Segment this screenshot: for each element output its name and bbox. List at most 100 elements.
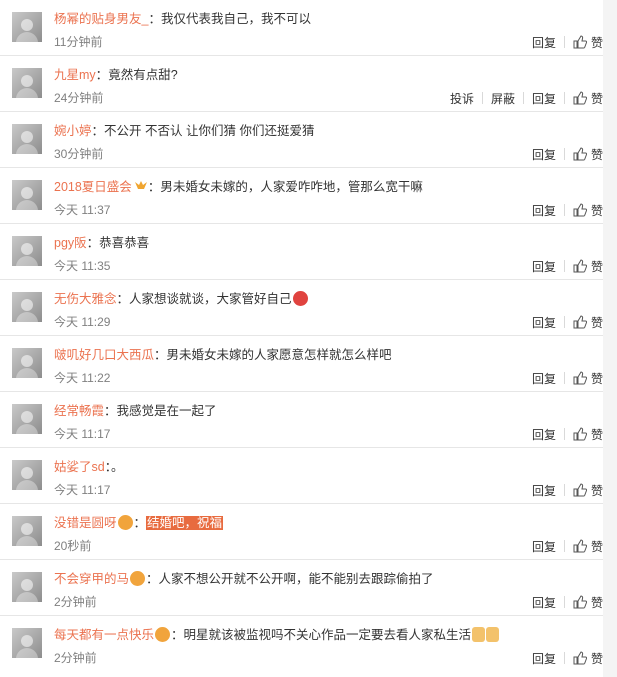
username-link[interactable]: 杨幂的贴身男友_ bbox=[54, 12, 148, 26]
reply-button[interactable]: 回复 bbox=[524, 650, 564, 667]
comment-row: 经常畅霞：我感觉是在一起了 今天 11:17 回复 赞 bbox=[0, 392, 603, 448]
avatar[interactable] bbox=[12, 236, 42, 266]
like-label: 赞 bbox=[590, 371, 603, 386]
like-button[interactable]: 赞 bbox=[565, 650, 603, 667]
avatar[interactable] bbox=[12, 292, 42, 322]
username-link[interactable]: 啵叽好几口大西瓜 bbox=[54, 348, 154, 362]
emoji-icon bbox=[155, 627, 171, 642]
username-link[interactable]: 2018夏日盛会 bbox=[54, 180, 132, 194]
reply-button[interactable]: 回复 bbox=[524, 314, 564, 331]
comment-time: 2分钟前 bbox=[54, 651, 97, 665]
avatar[interactable] bbox=[12, 68, 42, 98]
like-label: 赞 bbox=[590, 91, 603, 106]
comment-time: 11分钟前 bbox=[54, 35, 103, 49]
like-button[interactable]: 赞 bbox=[565, 90, 603, 107]
avatar[interactable] bbox=[12, 348, 42, 378]
thumbs-up-icon bbox=[573, 147, 587, 161]
username-link[interactable]: 每天都有一点快乐 bbox=[54, 628, 154, 642]
comment-actions: 回复 赞 bbox=[524, 538, 603, 554]
comment-actions: 回复 赞 bbox=[524, 202, 603, 218]
thumbs-up-icon bbox=[573, 371, 587, 385]
thumbs-up-icon bbox=[573, 427, 587, 441]
comment-row: 啵叽好几口大西瓜：男未婚女未嫁的人家愿意怎样就怎么样吧 今天 11:22 回复 … bbox=[0, 336, 603, 392]
thumbs-up-icon bbox=[573, 539, 587, 553]
like-label: 赞 bbox=[590, 203, 603, 218]
reply-button[interactable]: 回复 bbox=[524, 370, 564, 387]
comment-line: 九星my：竟然有点甜? bbox=[54, 68, 178, 82]
comment-time: 24分钟前 bbox=[54, 91, 104, 105]
thumbs-up-icon bbox=[573, 35, 587, 49]
comment-row: pgy阪：恭喜恭喜 今天 11:35 回复 赞 bbox=[0, 224, 603, 280]
like-button[interactable]: 赞 bbox=[565, 594, 603, 611]
comment-line: 不会穿甲的马 ：人家不想公开就不公开啊，能不能别去跟踪偷拍了 bbox=[54, 571, 434, 586]
like-button[interactable]: 赞 bbox=[565, 146, 603, 163]
emoji-icon bbox=[117, 515, 133, 530]
comment-line: pgy阪：恭喜恭喜 bbox=[54, 236, 150, 250]
vip-badge-icon bbox=[134, 181, 147, 189]
comment-line: 婉小婷：不公开 不否认 让你们猜 你们还挺爱猜 bbox=[54, 124, 315, 138]
username-link[interactable]: 婉小婷 bbox=[54, 124, 92, 138]
reply-button[interactable]: 回复 bbox=[524, 426, 564, 443]
avatar[interactable] bbox=[12, 572, 42, 602]
reply-button[interactable]: 回复 bbox=[524, 538, 564, 555]
username-link[interactable]: 没错是圆呀 bbox=[54, 516, 117, 530]
like-button[interactable]: 赞 bbox=[565, 202, 603, 219]
like-label: 赞 bbox=[590, 315, 603, 330]
username-link[interactable]: 不会穿甲的马 bbox=[54, 572, 129, 586]
reply-button[interactable]: 回复 bbox=[524, 258, 564, 275]
reply-button[interactable]: 回复 bbox=[524, 90, 564, 107]
reply-button[interactable]: 回复 bbox=[524, 482, 564, 499]
like-label: 赞 bbox=[590, 651, 603, 666]
avatar[interactable] bbox=[12, 460, 42, 490]
comment-time: 今天 11:22 bbox=[54, 371, 111, 385]
like-button[interactable]: 赞 bbox=[565, 258, 603, 275]
comment-time: 今天 11:29 bbox=[54, 315, 111, 329]
avatar[interactable] bbox=[12, 628, 42, 658]
like-button[interactable]: 赞 bbox=[565, 34, 603, 51]
comment-row: 每天都有一点快乐 ：明星就该被监视吗不关心作品一定要去看人家私生活 2分钟前 回复… bbox=[0, 616, 603, 677]
emoji-icon bbox=[130, 571, 146, 586]
comment-time: 今天 11:17 bbox=[54, 427, 111, 441]
comment-text: 人家想谈就谈，大家管好自己 bbox=[129, 292, 292, 306]
reply-button[interactable]: 回复 bbox=[524, 34, 564, 51]
reply-button[interactable]: 回复 bbox=[524, 146, 564, 163]
username-link[interactable]: 无伤大雅念 bbox=[54, 292, 117, 306]
thumbs-up-icon bbox=[573, 315, 587, 329]
like-label: 赞 bbox=[590, 35, 603, 50]
report-button[interactable]: 投诉 bbox=[442, 90, 482, 107]
avatar[interactable] bbox=[12, 12, 42, 42]
comment-text: 结婚吧，祝福 bbox=[146, 516, 224, 530]
like-button[interactable]: 赞 bbox=[565, 426, 603, 443]
comment-actions: 回复 赞 bbox=[524, 370, 603, 386]
comment-time: 今天 11:17 bbox=[54, 483, 111, 497]
username-link[interactable]: 经常畅霞 bbox=[54, 404, 104, 418]
comment-actions: 回复 赞 bbox=[524, 258, 603, 274]
comment-row: 2018夏日盛会 ：男未婚女未嫁的，人家爱咋咋地，管那么宽干嘛 今天 11:37 … bbox=[0, 168, 603, 224]
reply-button[interactable]: 回复 bbox=[524, 594, 564, 611]
like-button[interactable]: 赞 bbox=[565, 482, 603, 499]
like-button[interactable]: 赞 bbox=[565, 314, 603, 331]
emoji-icon bbox=[292, 291, 308, 306]
thumbs-up-emoji-icon bbox=[486, 627, 500, 642]
comment-row: 无伤大雅念：人家想谈就谈，大家管好自己 今天 11:29 回复 赞 bbox=[0, 280, 603, 336]
comment-time: 今天 11:35 bbox=[54, 259, 111, 273]
like-button[interactable]: 赞 bbox=[565, 538, 603, 555]
like-label: 赞 bbox=[590, 259, 603, 274]
username-link[interactable]: 姑娑了sd bbox=[54, 460, 105, 474]
avatar[interactable] bbox=[12, 404, 42, 434]
like-button[interactable]: 赞 bbox=[565, 370, 603, 387]
reply-button[interactable]: 回复 bbox=[524, 202, 564, 219]
comment-text: 人家不想公开就不公开啊，能不能别去跟踪偷拍了 bbox=[158, 572, 434, 586]
avatar[interactable] bbox=[12, 124, 42, 154]
comment-line: 每天都有一点快乐 ：明星就该被监视吗不关心作品一定要去看人家私生活 bbox=[54, 626, 594, 644]
username-link[interactable]: 九星my bbox=[54, 68, 96, 82]
username-link[interactable]: pgy阪 bbox=[54, 236, 87, 250]
scrollbar[interactable] bbox=[603, 0, 617, 677]
thumbs-up-emoji-icon bbox=[472, 627, 486, 642]
avatar[interactable] bbox=[12, 180, 42, 210]
block-button[interactable]: 屏蔽 bbox=[483, 90, 523, 107]
avatar[interactable] bbox=[12, 516, 42, 546]
comment-row: 没错是圆呀 ：结婚吧，祝福 20秒前 回复 赞 bbox=[0, 504, 603, 560]
comment-text: 我仅代表我自己，我不可以 bbox=[160, 12, 311, 26]
comment-line: 啵叽好几口大西瓜：男未婚女未嫁的人家愿意怎样就怎么样吧 bbox=[54, 348, 392, 362]
